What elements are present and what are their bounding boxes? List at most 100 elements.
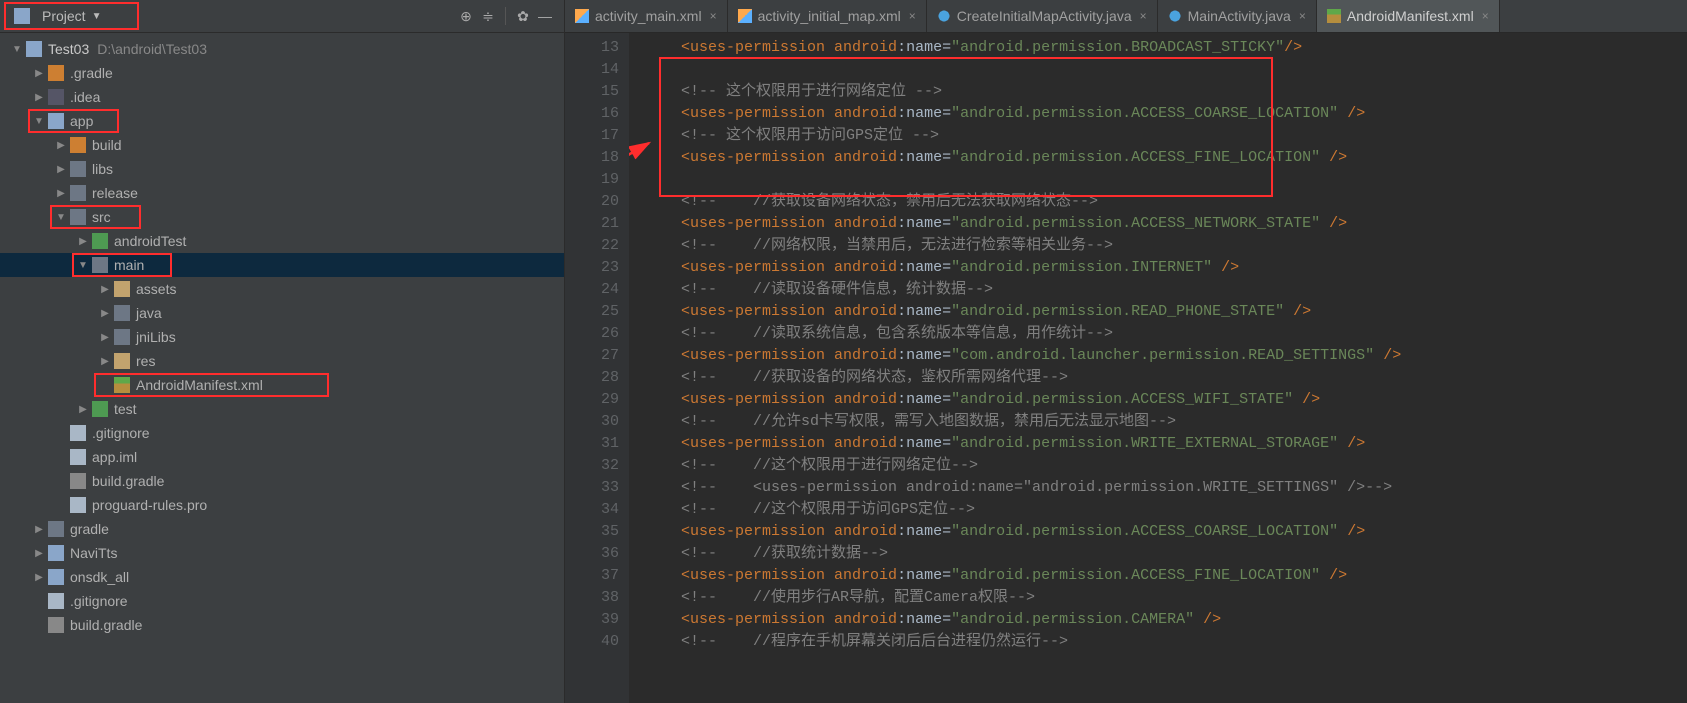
tree-item-build[interactable]: ▶build (0, 133, 564, 157)
collapse-all-icon[interactable]: ≑ (479, 7, 497, 25)
tree-item-test03[interactable]: ▼Test03D:\android\Test03 (0, 37, 564, 61)
code-line[interactable]: <uses-permission android:name="android.p… (641, 213, 1687, 235)
tree-item-libs[interactable]: ▶libs (0, 157, 564, 181)
project-view-label: Project (42, 8, 86, 24)
tree-item-navitts[interactable]: ▶NaviTts (0, 541, 564, 565)
hide-icon[interactable]: — (536, 7, 554, 25)
editor-tab[interactable]: activity_initial_map.xml× (728, 0, 927, 32)
code-area[interactable]: 1314151617181920212223242526272829303132… (565, 33, 1687, 703)
code-line[interactable]: <!-- //允许sd卡写权限，需写入地图数据，禁用后无法显示地图--> (641, 411, 1687, 433)
file-icon (70, 449, 86, 465)
tree-item--gitignore[interactable]: .gitignore (0, 421, 564, 445)
expander-icon[interactable]: ▶ (32, 548, 46, 559)
editor-tab[interactable]: activity_main.xml× (565, 0, 728, 32)
tree-item--idea[interactable]: ▶.idea (0, 85, 564, 109)
project-tree[interactable]: ▼Test03D:\android\Test03▶.gradle▶.idea▼a… (0, 33, 564, 703)
code-line[interactable]: <uses-permission android:name="android.p… (641, 301, 1687, 323)
close-icon[interactable]: × (909, 9, 916, 23)
tree-item-build-gradle[interactable]: build.gradle (0, 469, 564, 493)
expander-icon[interactable]: ▶ (32, 92, 46, 103)
code-line[interactable]: <!-- 这个权限用于进行网络定位 --> (641, 81, 1687, 103)
code-line[interactable]: <uses-permission android:name="android.p… (641, 103, 1687, 125)
tree-item-androidmanifest-xml[interactable]: AndroidManifest.xml (0, 373, 564, 397)
expander-icon[interactable]: ▼ (54, 212, 68, 223)
tree-item--gitignore[interactable]: .gitignore (0, 589, 564, 613)
code-line[interactable]: <uses-permission android:name="android.p… (641, 147, 1687, 169)
code-line[interactable] (641, 59, 1687, 81)
code-line[interactable]: <!-- //这个权限用于访问GPS定位--> (641, 499, 1687, 521)
code-line[interactable]: <!-- //网络权限，当禁用后，无法进行检索等相关业务--> (641, 235, 1687, 257)
editor-area: activity_main.xml×activity_initial_map.x… (565, 0, 1687, 703)
tree-item-res[interactable]: ▶res (0, 349, 564, 373)
code-line[interactable]: <!-- //获取设备的网络状态，鉴权所需网络代理--> (641, 367, 1687, 389)
code-line[interactable]: <!-- //获取设备网络状态，禁用后无法获取网络状态--> (641, 191, 1687, 213)
file-type-icon (738, 9, 752, 23)
tree-item-src[interactable]: ▼src (0, 205, 564, 229)
locate-icon[interactable]: ⊕ (457, 7, 475, 25)
tree-item-onsdk-all[interactable]: ▶onsdk_all (0, 565, 564, 589)
code-content[interactable]: <uses-permission android:name="android.p… (629, 33, 1687, 703)
tree-item-proguard-rules-pro[interactable]: proguard-rules.pro (0, 493, 564, 517)
code-line[interactable]: <uses-permission android:name="android.p… (641, 37, 1687, 59)
close-icon[interactable]: × (1140, 9, 1147, 23)
expander-icon[interactable]: ▶ (54, 188, 68, 199)
editor-tab[interactable]: CreateInitialMapActivity.java× (927, 0, 1158, 32)
tree-item-androidtest[interactable]: ▶androidTest (0, 229, 564, 253)
code-line[interactable]: <uses-permission android:name="android.p… (641, 565, 1687, 587)
tree-item-label: AndroidManifest.xml (136, 377, 263, 393)
editor-tab[interactable]: AndroidManifest.xml× (1317, 0, 1500, 32)
code-line[interactable]: <uses-permission android:name="com.andro… (641, 345, 1687, 367)
expander-icon[interactable]: ▶ (98, 356, 112, 367)
expander-icon[interactable]: ▶ (54, 164, 68, 175)
expander-icon[interactable]: ▶ (98, 308, 112, 319)
code-line[interactable]: <!-- //程序在手机屏幕关闭后后台进程仍然运行--> (641, 631, 1687, 653)
expander-icon[interactable]: ▶ (32, 68, 46, 79)
expander-icon[interactable]: ▶ (98, 332, 112, 343)
expander-icon[interactable]: ▼ (10, 44, 24, 55)
tree-item-label: main (114, 257, 144, 273)
tree-item-build-gradle[interactable]: build.gradle (0, 613, 564, 637)
close-icon[interactable]: × (710, 9, 717, 23)
code-line[interactable]: <uses-permission android:name="android.p… (641, 609, 1687, 631)
code-line[interactable]: <!-- //获取统计数据--> (641, 543, 1687, 565)
tree-item-gradle[interactable]: ▶ gradle (0, 517, 564, 541)
tree-item-assets[interactable]: ▶assets (0, 277, 564, 301)
code-line[interactable]: <!-- //读取系统信息，包含系统版本等信息，用作统计--> (641, 323, 1687, 345)
code-line[interactable]: <!-- <uses-permission android:name="andr… (641, 477, 1687, 499)
tree-item--gradle[interactable]: ▶.gradle (0, 61, 564, 85)
tree-item-jnilibs[interactable]: ▶jniLibs (0, 325, 564, 349)
editor-tab[interactable]: MainActivity.java× (1158, 0, 1317, 32)
tree-item-main[interactable]: ▼ main (0, 253, 564, 277)
tree-item-release[interactable]: ▶ release (0, 181, 564, 205)
expander-icon[interactable]: ▶ (32, 572, 46, 583)
expander-icon[interactable]: ▶ (76, 404, 90, 415)
expander-icon[interactable]: ▶ (98, 284, 112, 295)
expander-icon[interactable]: ▶ (32, 524, 46, 535)
folder-icon (48, 89, 64, 105)
close-icon[interactable]: × (1299, 9, 1306, 23)
code-line[interactable]: <!-- //这个权限用于进行网络定位--> (641, 455, 1687, 477)
code-line[interactable]: <!-- //使用步行AR导航，配置Camera权限--> (641, 587, 1687, 609)
tree-item-label: release (92, 185, 138, 201)
expander-icon[interactable]: ▼ (32, 116, 46, 127)
code-line[interactable]: <uses-permission android:name="android.p… (641, 521, 1687, 543)
tree-item-app[interactable]: ▼app (0, 109, 564, 133)
folder-icon (70, 137, 86, 153)
expander-icon[interactable]: ▶ (76, 236, 90, 247)
project-view-selector[interactable]: Project ▼ (4, 2, 139, 30)
tree-item-test[interactable]: ▶test (0, 397, 564, 421)
code-line[interactable]: <uses-permission android:name="android.p… (641, 257, 1687, 279)
gear-icon[interactable]: ✿ (514, 7, 532, 25)
tree-item-label: gradle (70, 521, 109, 537)
code-line[interactable] (641, 169, 1687, 191)
close-icon[interactable]: × (1482, 9, 1489, 23)
code-line[interactable]: <uses-permission android:name="android.p… (641, 389, 1687, 411)
code-line[interactable]: <uses-permission android:name="android.p… (641, 433, 1687, 455)
code-line[interactable]: <!-- //读取设备硬件信息，统计数据--> (641, 279, 1687, 301)
expander-icon[interactable]: ▶ (54, 140, 68, 151)
expander-icon[interactable]: ▼ (76, 260, 90, 271)
tree-item-app-iml[interactable]: app.iml (0, 445, 564, 469)
code-line[interactable]: <!-- 这个权限用于访问GPS定位 --> (641, 125, 1687, 147)
tree-item-java[interactable]: ▶java (0, 301, 564, 325)
editor-tabbar: activity_main.xml×activity_initial_map.x… (565, 0, 1687, 33)
